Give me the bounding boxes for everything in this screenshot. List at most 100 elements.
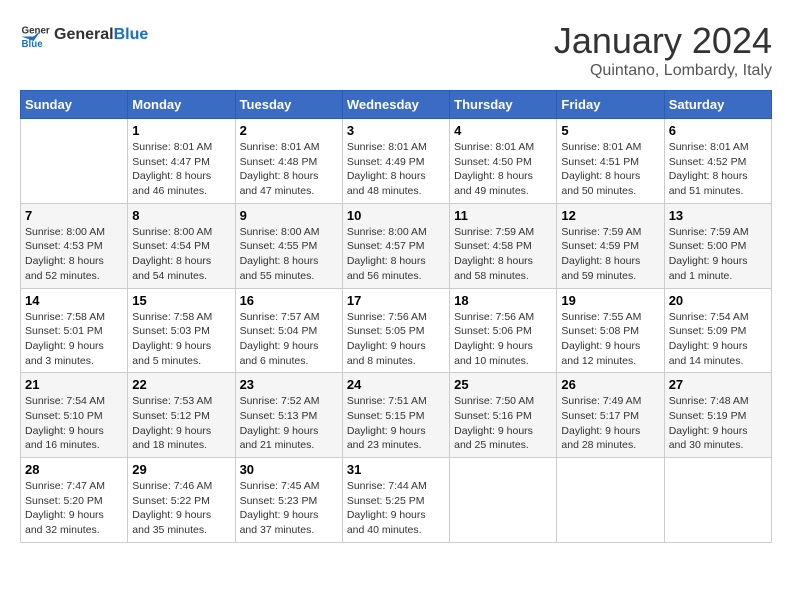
calendar-cell: 6Sunrise: 8:01 AMSunset: 4:52 PMDaylight… xyxy=(664,119,771,204)
day-number: 18 xyxy=(454,293,552,308)
calendar-body: 1Sunrise: 8:01 AMSunset: 4:47 PMDaylight… xyxy=(21,119,772,543)
calendar-cell: 31Sunrise: 7:44 AMSunset: 5:25 PMDayligh… xyxy=(342,458,449,543)
day-number: 27 xyxy=(669,377,767,392)
calendar-cell: 8 Sunrise: 8:00 AMSunset: 4:54 PMDaylight… xyxy=(128,203,235,288)
logo-blue-text: Blue xyxy=(114,26,149,44)
day-number: 28 xyxy=(25,462,123,477)
calendar-cell: 24 Sunrise: 7:51 AMSunset: 5:15 PMDayligh… xyxy=(342,373,449,458)
calendar-cell xyxy=(557,458,664,543)
day-number: 4 xyxy=(454,123,552,138)
day-number: 29 xyxy=(132,462,230,477)
calendar-week-row: 1Sunrise: 8:01 AMSunset: 4:47 PMDaylight… xyxy=(21,119,772,204)
day-info: Sunrise: 7:52 AMSunset: 5:13 PMDaylight:… xyxy=(240,394,338,453)
day-info: Sunrise: 7:57 AMSunset: 5:04 PMDaylight:… xyxy=(240,310,338,369)
calendar-cell: 5Sunrise: 8:01 AMSunset: 4:51 PMDaylight… xyxy=(557,119,664,204)
calendar-week-row: 21Sunrise: 7:54 AMSunset: 5:10 PMDayligh… xyxy=(21,373,772,458)
weekday-header-friday: Friday xyxy=(557,91,664,119)
day-info: Sunrise: 7:59 AMSunset: 5:00 PMDaylight:… xyxy=(669,225,767,284)
calendar-cell: 20 Sunrise: 7:54 AMSunset: 5:09 PMDayligh… xyxy=(664,288,771,373)
day-number: 2 xyxy=(240,123,338,138)
day-info: Sunrise: 8:01 AMSunset: 4:52 PMDaylight:… xyxy=(669,140,767,199)
day-info: Sunrise: 8:00 AMSunset: 4:54 PMDaylight:… xyxy=(132,225,230,284)
day-number: 26 xyxy=(561,377,659,392)
day-number: 15 xyxy=(132,293,230,308)
calendar-cell: 25 Sunrise: 7:50 AMSunset: 5:16 PMDayligh… xyxy=(450,373,557,458)
calendar-cell: 19Sunrise: 7:55 AMSunset: 5:08 PMDayligh… xyxy=(557,288,664,373)
day-number: 19 xyxy=(561,293,659,308)
day-number: 9 xyxy=(240,208,338,223)
day-number: 13 xyxy=(669,208,767,223)
day-info: Sunrise: 8:00 AMSunset: 4:53 PMDaylight:… xyxy=(25,225,123,284)
day-info: Sunrise: 8:00 AMSunset: 4:57 PMDaylight:… xyxy=(347,225,445,284)
calendar-cell: 9 Sunrise: 8:00 AMSunset: 4:55 PMDaylight… xyxy=(235,203,342,288)
day-number: 30 xyxy=(240,462,338,477)
calendar-cell: 16Sunrise: 7:57 AMSunset: 5:04 PMDayligh… xyxy=(235,288,342,373)
day-info: Sunrise: 8:01 AMSunset: 4:51 PMDaylight:… xyxy=(561,140,659,199)
calendar-cell: 12Sunrise: 7:59 AMSunset: 4:59 PMDayligh… xyxy=(557,203,664,288)
weekday-header-sunday: Sunday xyxy=(21,91,128,119)
day-info: Sunrise: 7:47 AMSunset: 5:20 PMDaylight:… xyxy=(25,479,123,538)
day-info: Sunrise: 7:51 AMSunset: 5:15 PMDaylight:… xyxy=(347,394,445,453)
day-info: Sunrise: 7:54 AMSunset: 5:09 PMDaylight:… xyxy=(669,310,767,369)
day-info: Sunrise: 8:01 AMSunset: 4:49 PMDaylight:… xyxy=(347,140,445,199)
calendar-cell: 23 Sunrise: 7:52 AMSunset: 5:13 PMDayligh… xyxy=(235,373,342,458)
calendar-table: SundayMondayTuesdayWednesdayThursdayFrid… xyxy=(20,90,772,543)
calendar-cell: 7 Sunrise: 8:00 AMSunset: 4:53 PMDaylight… xyxy=(21,203,128,288)
calendar-cell xyxy=(21,119,128,204)
calendar-week-row: 7 Sunrise: 8:00 AMSunset: 4:53 PMDaylight… xyxy=(21,203,772,288)
logo-icon: General Blue xyxy=(20,20,50,50)
calendar-cell: 22Sunrise: 7:53 AMSunset: 5:12 PMDayligh… xyxy=(128,373,235,458)
day-number: 8 xyxy=(132,208,230,223)
calendar-cell: 1Sunrise: 8:01 AMSunset: 4:47 PMDaylight… xyxy=(128,119,235,204)
day-number: 3 xyxy=(347,123,445,138)
day-info: Sunrise: 7:50 AMSunset: 5:16 PMDaylight:… xyxy=(454,394,552,453)
weekday-header-saturday: Saturday xyxy=(664,91,771,119)
day-info: Sunrise: 8:01 AMSunset: 4:47 PMDaylight:… xyxy=(132,140,230,199)
calendar-cell: 2 Sunrise: 8:01 AMSunset: 4:48 PMDaylight… xyxy=(235,119,342,204)
calendar-cell: 3 Sunrise: 8:01 AMSunset: 4:49 PMDaylight… xyxy=(342,119,449,204)
calendar-header: SundayMondayTuesdayWednesdayThursdayFrid… xyxy=(21,91,772,119)
weekday-header-wednesday: Wednesday xyxy=(342,91,449,119)
calendar-cell: 17Sunrise: 7:56 AMSunset: 5:05 PMDayligh… xyxy=(342,288,449,373)
weekday-header-monday: Monday xyxy=(128,91,235,119)
day-number: 23 xyxy=(240,377,338,392)
calendar-cell xyxy=(450,458,557,543)
title-area: January 2024 Quintano, Lombardy, Italy xyxy=(554,20,772,80)
month-title: January 2024 xyxy=(554,20,772,62)
day-number: 20 xyxy=(669,293,767,308)
calendar-cell: 18 Sunrise: 7:56 AMSunset: 5:06 PMDayligh… xyxy=(450,288,557,373)
day-info: Sunrise: 8:01 AMSunset: 4:48 PMDaylight:… xyxy=(240,140,338,199)
calendar-cell: 4 Sunrise: 8:01 AMSunset: 4:50 PMDaylight… xyxy=(450,119,557,204)
calendar-cell: 27 Sunrise: 7:48 AMSunset: 5:19 PMDayligh… xyxy=(664,373,771,458)
weekday-header-row: SundayMondayTuesdayWednesdayThursdayFrid… xyxy=(21,91,772,119)
calendar-cell: 28 Sunrise: 7:47 AMSunset: 5:20 PMDayligh… xyxy=(21,458,128,543)
day-number: 25 xyxy=(454,377,552,392)
day-info: Sunrise: 8:00 AMSunset: 4:55 PMDaylight:… xyxy=(240,225,338,284)
day-info: Sunrise: 7:56 AMSunset: 5:05 PMDaylight:… xyxy=(347,310,445,369)
calendar-week-row: 28 Sunrise: 7:47 AMSunset: 5:20 PMDayligh… xyxy=(21,458,772,543)
logo: General Blue General Blue xyxy=(20,20,148,50)
day-info: Sunrise: 7:48 AMSunset: 5:19 PMDaylight:… xyxy=(669,394,767,453)
weekday-header-thursday: Thursday xyxy=(450,91,557,119)
calendar-cell: 30Sunrise: 7:45 AMSunset: 5:23 PMDayligh… xyxy=(235,458,342,543)
day-info: Sunrise: 7:59 AMSunset: 4:58 PMDaylight:… xyxy=(454,225,552,284)
day-number: 7 xyxy=(25,208,123,223)
day-info: Sunrise: 7:49 AMSunset: 5:17 PMDaylight:… xyxy=(561,394,659,453)
calendar-cell: 10Sunrise: 8:00 AMSunset: 4:57 PMDayligh… xyxy=(342,203,449,288)
location-title: Quintano, Lombardy, Italy xyxy=(554,62,772,80)
page-header: General Blue General Blue January 2024 Q… xyxy=(20,20,772,80)
day-number: 11 xyxy=(454,208,552,223)
day-info: Sunrise: 7:56 AMSunset: 5:06 PMDaylight:… xyxy=(454,310,552,369)
day-info: Sunrise: 7:58 AMSunset: 5:01 PMDaylight:… xyxy=(25,310,123,369)
svg-text:Blue: Blue xyxy=(22,39,44,50)
calendar-cell: 14 Sunrise: 7:58 AMSunset: 5:01 PMDayligh… xyxy=(21,288,128,373)
calendar-cell: 15 Sunrise: 7:58 AMSunset: 5:03 PMDayligh… xyxy=(128,288,235,373)
day-number: 14 xyxy=(25,293,123,308)
weekday-header-tuesday: Tuesday xyxy=(235,91,342,119)
calendar-cell: 11 Sunrise: 7:59 AMSunset: 4:58 PMDayligh… xyxy=(450,203,557,288)
calendar-cell: 26 Sunrise: 7:49 AMSunset: 5:17 PMDayligh… xyxy=(557,373,664,458)
day-info: Sunrise: 8:01 AMSunset: 4:50 PMDaylight:… xyxy=(454,140,552,199)
day-info: Sunrise: 7:58 AMSunset: 5:03 PMDaylight:… xyxy=(132,310,230,369)
day-number: 24 xyxy=(347,377,445,392)
day-info: Sunrise: 7:54 AMSunset: 5:10 PMDaylight:… xyxy=(25,394,123,453)
